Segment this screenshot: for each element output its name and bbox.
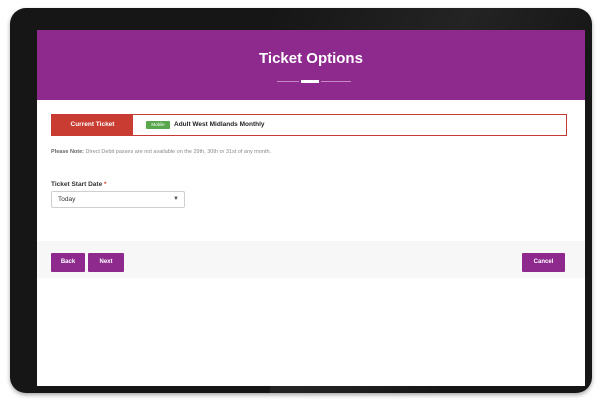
current-ticket-name: Adult West Midlands Monthly — [174, 121, 265, 128]
note-prefix: Please Note: — [51, 149, 85, 155]
next-button[interactable]: Next — [88, 253, 124, 272]
cancel-button[interactable]: Cancel — [522, 253, 565, 272]
ticket-type-badge: Mobile — [146, 121, 170, 129]
note-text: Direct Debit passes are not available on… — [84, 149, 272, 155]
title-divider-right — [321, 81, 351, 82]
start-date-value: Today — [58, 196, 76, 203]
back-button[interactable]: Back — [51, 253, 85, 272]
required-asterisk: * — [104, 181, 107, 188]
chevron-down-icon: ▼ — [173, 196, 179, 202]
title-divider-left — [277, 81, 299, 82]
start-date-select[interactable]: Today ▼ — [51, 191, 185, 208]
app-screen: Ticket Options Current Ticket Mobile Adu… — [37, 30, 585, 386]
direct-debit-note: Please Note: Direct Debit passes are not… — [51, 149, 271, 155]
current-ticket-bar: Current Ticket Mobile Adult West Midland… — [51, 114, 567, 136]
page-title: Ticket Options — [259, 50, 363, 67]
tablet-frame: Ticket Options Current Ticket Mobile Adu… — [10, 8, 592, 393]
start-date-label: Ticket Start Date * — [51, 181, 107, 188]
title-divider-accent — [301, 80, 319, 83]
start-date-label-text: Ticket Start Date — [51, 181, 103, 188]
current-ticket-label: Current Ticket — [52, 115, 133, 135]
page-header: Ticket Options — [37, 30, 585, 100]
